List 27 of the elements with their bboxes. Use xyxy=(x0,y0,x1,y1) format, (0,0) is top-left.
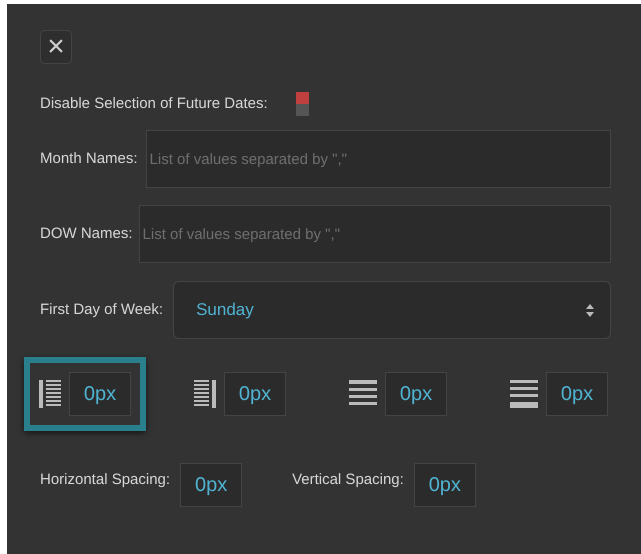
padding-value-field[interactable]: 0px xyxy=(546,372,608,416)
align-bottom-icon[interactable] xyxy=(510,380,538,408)
padding-value-field[interactable]: 0px xyxy=(224,372,286,416)
padding-control[interactable]: 0px xyxy=(24,357,146,431)
spacing-label: Vertical Spacing: xyxy=(292,470,404,490)
spacing-value-field[interactable]: 0px xyxy=(180,463,242,507)
first-day-select[interactable]: Sunday xyxy=(173,281,611,339)
first-day-value: Sunday xyxy=(196,299,254,322)
dow-names-label: DOW Names: xyxy=(40,224,133,244)
padding-control[interactable]: 0px xyxy=(495,357,623,431)
spacing-value-field[interactable]: 0px xyxy=(414,463,476,507)
dow-names-field[interactable]: List of values separated by "," xyxy=(138,205,611,263)
disable-future-label: Disable Selection of Future Dates: xyxy=(40,94,268,114)
month-names-field[interactable]: List of values separated by "," xyxy=(146,130,611,188)
align-right-icon[interactable] xyxy=(194,380,216,408)
padding-control[interactable]: 0px xyxy=(334,357,462,431)
align-left-icon[interactable] xyxy=(39,380,61,408)
padding-value-field[interactable]: 0px xyxy=(385,372,447,416)
month-names-label: Month Names: xyxy=(40,148,138,169)
up-down-caret-icon xyxy=(586,304,594,316)
align-top-icon[interactable] xyxy=(349,380,377,408)
toggle-switch[interactable] xyxy=(296,92,309,116)
padding-control[interactable]: 0px xyxy=(179,357,301,431)
close-button[interactable]: × xyxy=(40,30,72,64)
spacing-label: Horizontal Spacing: xyxy=(40,470,170,490)
padding-value-field[interactable]: 0px xyxy=(69,372,131,416)
first-day-label: First Day of Week: xyxy=(40,300,164,320)
